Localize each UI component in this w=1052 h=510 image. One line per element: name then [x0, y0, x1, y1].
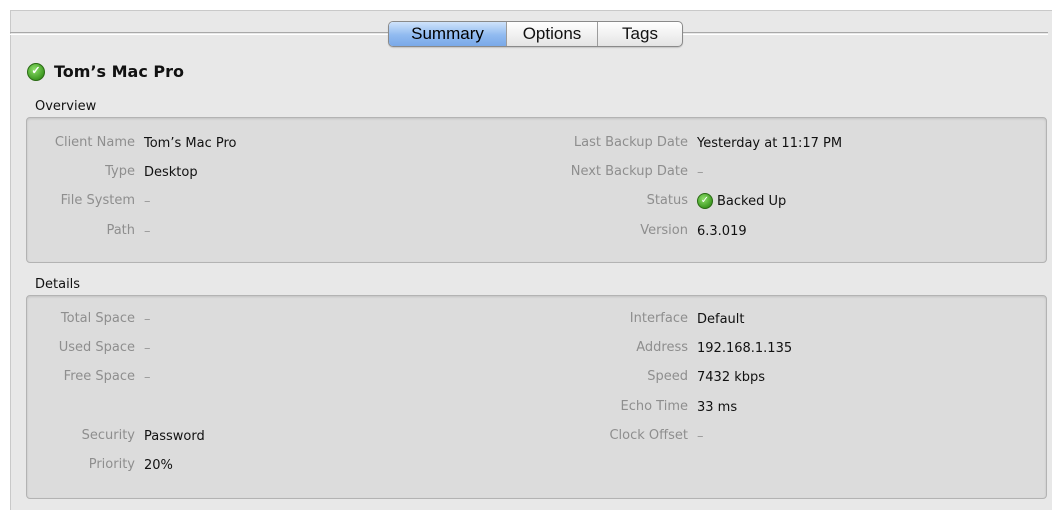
clock-offset-value: – [697, 428, 704, 444]
green-check-icon: ✓ [27, 62, 45, 81]
clock-offset-label: Clock Offset [609, 428, 688, 443]
details-row-3: Free Space – Speed 7432 kbps [26, 367, 1047, 387]
status-value: ✓ Backed Up [697, 191, 786, 211]
interface-value: Default [697, 311, 745, 327]
interface-label: Interface [629, 311, 688, 326]
next-backup-label: Next Backup Date [570, 164, 688, 179]
speed-value: 7432 kbps [697, 369, 766, 385]
priority-label: Priority [88, 457, 135, 472]
overview-row-4: Path – Version 6.3.019 [26, 221, 1047, 241]
tab-tags[interactable]: Tags [597, 22, 682, 46]
priority-value: 20% [144, 457, 173, 473]
tab-bar: Summary Options Tags [388, 21, 683, 47]
status-label: Status [646, 193, 688, 208]
details-row-2: Used Space – Address 192.168.1.135 [26, 338, 1047, 358]
address-value: 192.168.1.135 [697, 340, 793, 356]
client-header: ✓ Tom’s Mac Pro [27, 62, 184, 81]
overview-section-label: Overview [35, 99, 97, 114]
details-section-label: Details [35, 277, 81, 292]
details-row-4: Echo Time 33 ms [26, 397, 1047, 417]
echo-time-label: Echo Time [620, 399, 688, 414]
page-title: Tom’s Mac Pro [54, 62, 185, 81]
overview-row-3: File System – Status ✓ Backed Up [26, 191, 1047, 211]
version-value: 6.3.019 [697, 223, 747, 239]
details-row-1: Total Space – Interface Default [26, 309, 1047, 329]
last-backup-value: Yesterday at 11:17 PM [697, 135, 843, 151]
details-row-5: Security Password Clock Offset – [26, 426, 1047, 446]
next-backup-value: – [697, 164, 704, 180]
overview-row-1: Client Name Tom’s Mac Pro Last Backup Da… [26, 133, 1047, 153]
green-check-icon: ✓ [697, 193, 713, 209]
status-text: Backed Up [717, 193, 787, 209]
speed-label: Speed [647, 369, 688, 384]
details-row-6: Priority 20% [26, 455, 1047, 475]
address-label: Address [636, 340, 688, 355]
tab-options[interactable]: Options [506, 22, 597, 46]
last-backup-label: Last Backup Date [573, 135, 688, 150]
tab-summary[interactable]: Summary [389, 22, 506, 46]
overview-row-2: Type Desktop Next Backup Date – [26, 162, 1047, 182]
version-label: Version [640, 223, 688, 238]
echo-time-value: 33 ms [697, 399, 738, 415]
